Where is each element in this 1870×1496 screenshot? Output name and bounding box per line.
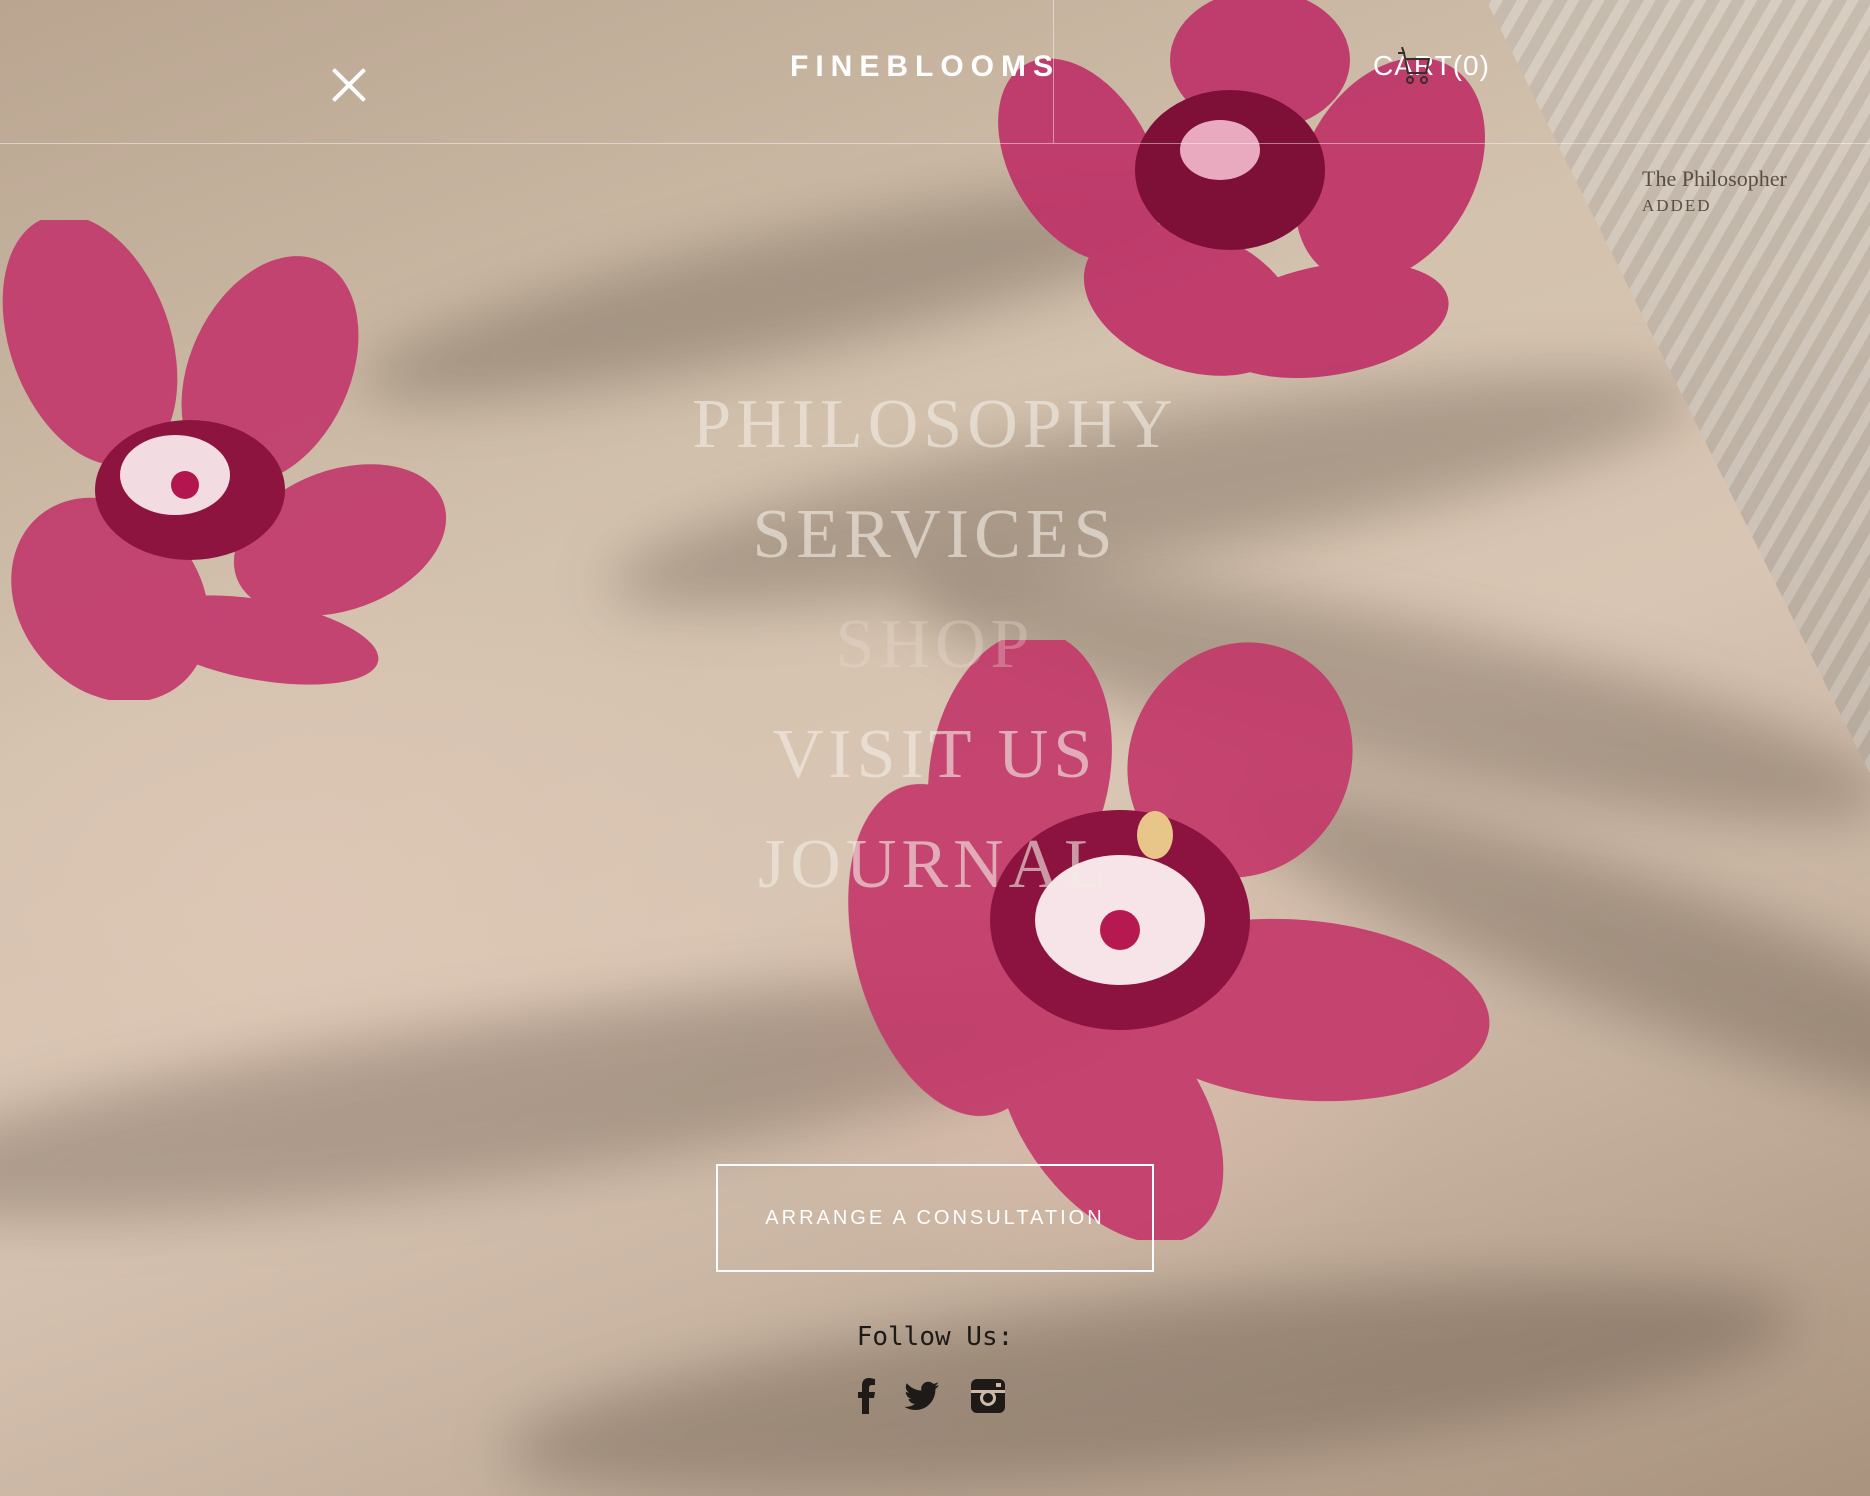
cart-link[interactable]: CART(0) (1373, 47, 1490, 84)
follow-us-heading: Follow Us: (856, 1322, 1014, 1352)
instagram-icon[interactable] (970, 1378, 1006, 1414)
arrange-consultation-button[interactable]: ARRANGE A CONSULTATION (716, 1164, 1154, 1272)
cart-added-notice: The Philosopher ADDED (1642, 166, 1787, 216)
site-logo[interactable]: FINEBLOOMS (760, 50, 1090, 84)
twitter-icon[interactable] (904, 1378, 940, 1414)
close-menu-icon[interactable] (331, 67, 367, 103)
nav-item-services[interactable]: SERVICES (0, 480, 1870, 590)
nav-item-philosophy[interactable]: PHILOSOPHY (0, 370, 1870, 480)
added-item-name: The Philosopher (1642, 166, 1787, 191)
added-status: ADDED (1642, 196, 1712, 215)
facebook-icon[interactable] (849, 1378, 885, 1414)
cart-count: (0) (1452, 50, 1490, 81)
main-navigation: PHILOSOPHY SERVICES SHOP VISIT US JOURNA… (0, 370, 1870, 920)
nav-item-shop[interactable]: SHOP (0, 590, 1870, 700)
nav-item-visit-us[interactable]: VISIT US (0, 700, 1870, 810)
site-header: FINEBLOOMS CART(0) (0, 0, 1870, 144)
nav-item-journal[interactable]: JOURNAL (0, 810, 1870, 920)
shopping-cart-icon (1398, 47, 1431, 84)
